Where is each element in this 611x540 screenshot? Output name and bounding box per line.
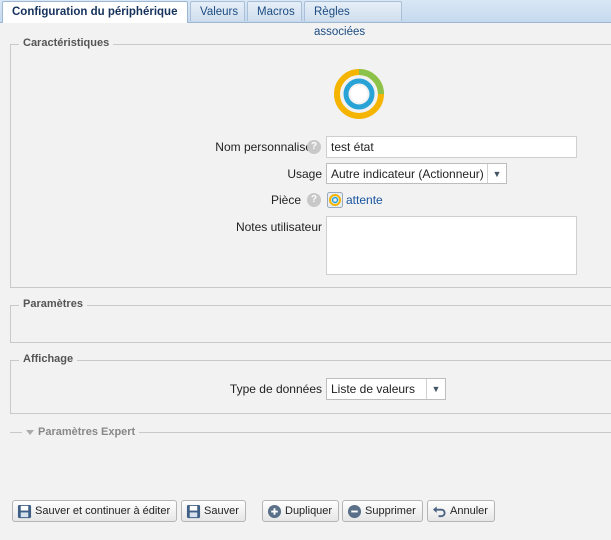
name-field[interactable]: test état: [326, 136, 577, 158]
delete-label: Supprimer: [365, 505, 416, 517]
data-type-select[interactable]: Liste de valeurs ▼: [326, 378, 446, 400]
floppy-disk-icon: [186, 504, 201, 518]
ring-indicator-icon: [334, 69, 384, 119]
chevron-down-icon: ▼: [487, 164, 506, 183]
room-icon: [327, 192, 343, 208]
duplicate-label: Dupliquer: [285, 505, 333, 517]
parameters-legend: Paramètres: [19, 298, 87, 310]
save-label: Sauver: [204, 505, 239, 517]
help-icon[interactable]: ?: [307, 193, 321, 207]
data-type-label: Type de données: [229, 382, 322, 396]
duplicate-plus-icon: [267, 504, 282, 518]
tab-bar: Configuration du périphérique Valeurs Ma…: [0, 0, 611, 38]
delete-minus-icon: [347, 504, 362, 518]
tab-rules[interactable]: Règles associées: [304, 1, 402, 38]
display-legend: Affichage: [19, 353, 78, 365]
usage-select-value: Autre indicateur (Actionneur): [331, 167, 484, 181]
collapse-triangle-icon: [26, 429, 34, 435]
notes-label: Notes utilisateur: [235, 220, 322, 234]
name-label: Nom personnalisé: [215, 140, 312, 154]
save-continue-label: Sauver et continuer à éditer: [35, 505, 171, 517]
undo-arrow-icon: [432, 505, 446, 517]
display-section: Affichage Type de données Liste de valeu…: [10, 353, 611, 414]
usage-select[interactable]: Autre indicateur (Actionneur) ▼: [326, 163, 507, 184]
data-type-select-value: Liste de valeurs: [331, 382, 416, 396]
characteristics-legend: Caractéristiques: [19, 37, 114, 49]
chevron-down-icon: ▼: [426, 379, 445, 399]
cancel-button[interactable]: Annuler: [427, 500, 495, 522]
expert-toggle[interactable]: Paramètres Expert: [22, 426, 140, 438]
save-continue-button[interactable]: Sauver et continuer à éditer: [12, 500, 178, 522]
delete-button[interactable]: Supprimer: [342, 500, 423, 522]
save-button[interactable]: Sauver: [181, 500, 246, 522]
room-label: Pièce: [270, 193, 301, 207]
notes-textarea[interactable]: [326, 216, 577, 275]
usage-label: Usage: [287, 167, 322, 181]
expert-legend: Paramètres Expert: [38, 426, 136, 438]
parameters-section: Paramètres: [10, 298, 611, 343]
cancel-label: Annuler: [450, 505, 488, 517]
tab-macros[interactable]: Macros: [247, 1, 302, 21]
tab-values[interactable]: Valeurs: [190, 1, 245, 21]
floppy-disk-icon: [17, 504, 32, 518]
help-icon[interactable]: ?: [307, 140, 321, 154]
duplicate-button[interactable]: Dupliquer: [262, 500, 340, 522]
tab-configuration[interactable]: Configuration du périphérique: [2, 1, 188, 23]
room-link[interactable]: attente: [346, 193, 383, 207]
characteristics-section: Caractéristiques Nom personnalisé ? test…: [10, 37, 611, 288]
